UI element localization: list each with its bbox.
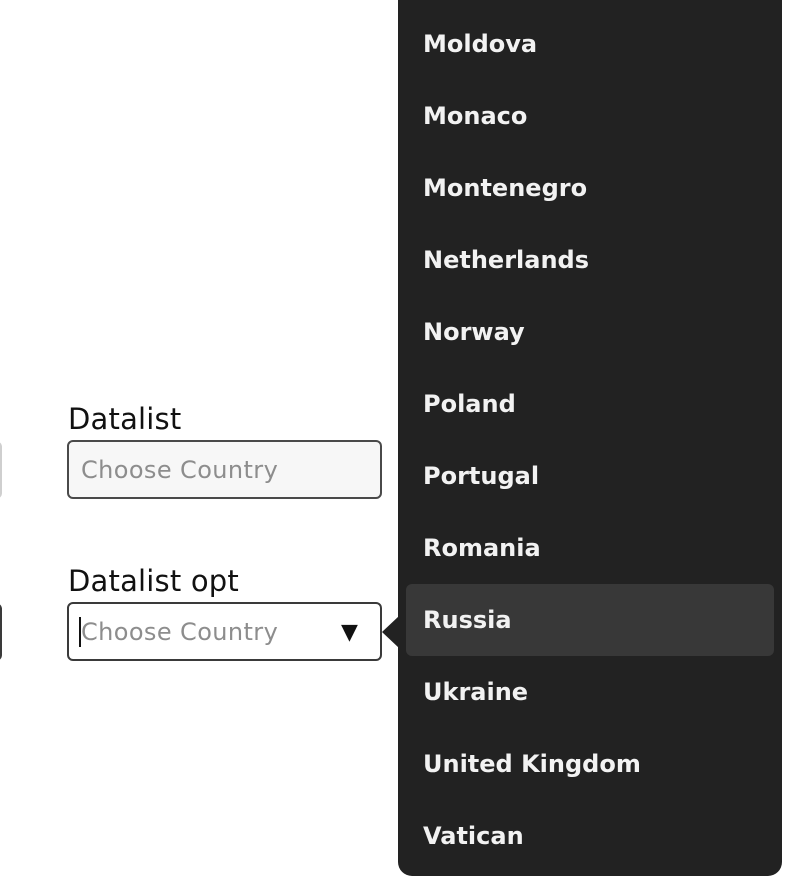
dropdown-arrow-icon[interactable]: ▼ — [341, 619, 358, 647]
country-option[interactable]: Ukraine — [406, 656, 774, 728]
text-caret — [79, 617, 81, 647]
popup-pointer — [382, 616, 399, 648]
country-option[interactable]: Vatican — [406, 800, 774, 872]
country-option[interactable]: Moldova — [406, 8, 774, 80]
country-options-popup: Moldova Monaco Montenegro Netherlands Norway… — [398, 0, 782, 876]
country-option[interactable]: Romania — [406, 512, 774, 584]
country-option[interactable]: Norway — [406, 296, 774, 368]
country-option[interactable]: Poland — [406, 368, 774, 440]
country-option[interactable]: Montenegro — [406, 152, 774, 224]
clipped-input-left-2[interactable] — [0, 603, 2, 661]
country-option[interactable]: Netherlands — [406, 224, 774, 296]
datalist-label: Datalist — [68, 402, 182, 436]
datalist-input[interactable] — [67, 440, 382, 499]
country-option[interactable]: Monaco — [406, 80, 774, 152]
datalist-opt-input[interactable] — [67, 602, 382, 661]
page: Datalist Datalist opt ▼ MoldovaMonacoMon… — [0, 0, 804, 878]
country-option[interactable]: Russia — [406, 584, 774, 656]
datalist-opt-label: Datalist opt — [68, 564, 239, 598]
country-option[interactable]: Portugal — [406, 440, 774, 512]
clipped-input-left[interactable] — [0, 441, 2, 499]
country-option[interactable]: United Kingdom — [406, 728, 774, 800]
